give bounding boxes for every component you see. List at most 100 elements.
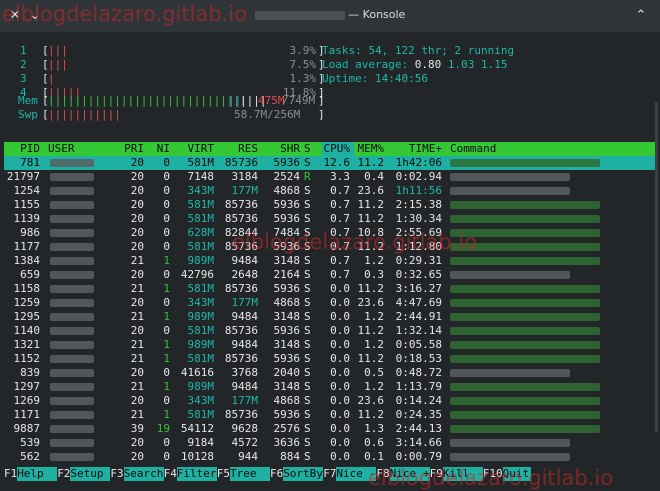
- cell-res: 85736: [224, 282, 258, 295]
- cell-s: S: [304, 422, 311, 435]
- fkey-f4-button[interactable]: Filter: [176, 467, 217, 481]
- redacted-user: [50, 229, 94, 237]
- uptime-value: 14:40:56: [374, 72, 428, 85]
- terminal-scrollbar[interactable]: [655, 102, 658, 432]
- cell-s: S: [304, 394, 311, 407]
- column-header-cmd[interactable]: Command: [450, 142, 610, 156]
- tasks-count: 54: [368, 44, 382, 57]
- cell-time: 2:44.91: [395, 310, 442, 323]
- cell-virt: 989M: [187, 310, 215, 323]
- column-header-cpu[interactable]: CPU%: [316, 142, 351, 156]
- process-row[interactable]: 1254 20 0 343M 177M 4868 S 0.7 23.6 1h11:56: [4, 184, 656, 198]
- process-row[interactable]: 659 20 0 42796 2648 2164 S 0.7 0.3 0:32.65: [4, 268, 656, 282]
- process-row[interactable]: 1295 21 1 989M 9484 3148 S 0.0 1.2 2:44.91: [4, 310, 656, 324]
- cell-res: 4572: [231, 436, 259, 449]
- cell-virt: 343M: [187, 394, 215, 407]
- redacted-user: [50, 257, 94, 265]
- fkey-f2-button[interactable]: Setup: [70, 467, 111, 481]
- cell-ni: 0: [163, 296, 170, 309]
- cell-pri: 21: [130, 338, 144, 351]
- process-row[interactable]: 1297 21 1 989M 9484 3148 S 0.0 1.2 1:13.79: [4, 380, 656, 394]
- mem-value-total: /749M: [282, 94, 316, 107]
- cell-mem: 11.2: [357, 408, 385, 421]
- cell-cpu: 12.6: [323, 156, 351, 169]
- cell-virt: 581M: [187, 408, 215, 421]
- cell-mem: 23.6: [357, 184, 385, 197]
- cell-time: 1h42:06: [395, 156, 442, 169]
- column-header-res[interactable]: RES: [214, 142, 258, 156]
- redacted-user: [50, 453, 94, 461]
- cell-ni: 0: [163, 198, 170, 211]
- cell-pri: 20: [130, 198, 144, 211]
- column-header-shr[interactable]: SHR: [258, 142, 300, 156]
- process-row[interactable]: 1139 20 0 581M 85736 5936 S 0.7 11.2 1:30.34: [4, 212, 656, 226]
- cell-shr: 2524: [273, 170, 301, 183]
- cell-res: 85736: [224, 352, 258, 365]
- cell-s: S: [304, 198, 311, 211]
- cell-virt: 581M: [187, 212, 215, 225]
- process-row[interactable]: 1321 21 1 989M 9484 3148 S 0.0 1.2 0:05.58: [4, 338, 656, 352]
- cell-mem: 0.1: [364, 450, 384, 463]
- cell-ni: 0: [163, 212, 170, 225]
- cell-res: 2648: [231, 268, 259, 281]
- column-header-time[interactable]: TIME+: [384, 142, 442, 156]
- column-header-user[interactable]: USER: [48, 142, 112, 156]
- cell-ni: 0: [163, 184, 170, 197]
- column-header-virt[interactable]: VIRT: [170, 142, 215, 156]
- column-header-pid[interactable]: PID: [4, 142, 40, 156]
- redacted-user: [50, 411, 94, 419]
- process-row[interactable]: 539 20 0 9184 4572 3636 S 0.0 0.6 3:14.66: [4, 436, 656, 450]
- cell-mem: 0.5: [364, 366, 384, 379]
- load-5min: 1.03: [447, 58, 475, 71]
- process-row[interactable]: 1158 21 1 581M 85736 5936 S 0.0 11.2 3:16.27: [4, 282, 656, 296]
- process-row[interactable]: 1269 20 0 343M 177M 4868 S 0.0 23.6 0:14.24: [4, 394, 656, 408]
- process-row[interactable]: 1259 20 0 343M 177M 4868 S 0.0 23.6 4:47.69: [4, 296, 656, 310]
- cell-time: 0:32.65: [395, 268, 442, 281]
- fkey-f3-button[interactable]: Search: [123, 467, 164, 481]
- cell-time: 0:24.35: [395, 408, 442, 421]
- collapse-window-icon[interactable]: ⌃: [632, 7, 650, 25]
- cell-virt: 9184: [187, 436, 215, 449]
- fkey-f1-button[interactable]: Help: [17, 467, 58, 481]
- column-header-pri[interactable]: PRI: [112, 142, 144, 156]
- process-row[interactable]: 781 20 0 581M 85736 5936 S 12.6 11.2 1h42:06: [4, 156, 656, 170]
- cell-res: 85736: [224, 156, 258, 169]
- column-header-mem[interactable]: MEM%: [350, 142, 385, 156]
- process-row[interactable]: 839 20 0 41616 3768 2040 S 0.0 0.5 0:48.72: [4, 366, 656, 380]
- fkey-f6-button[interactable]: SortBy: [283, 467, 324, 481]
- cell-cpu: 0.0: [330, 296, 350, 309]
- cell-mem: 0.3: [364, 268, 384, 281]
- process-row[interactable]: 1152 21 1 581M 85736 5936 S 0.0 11.2 0:18.53: [4, 352, 656, 366]
- redacted-user: [50, 285, 94, 293]
- cell-virt: 343M: [187, 296, 215, 309]
- process-row[interactable]: 9887 39 19 54112 9628 2576 S 0.0 1.3 2:44.13: [4, 422, 656, 436]
- cell-time: 1h11:56: [395, 184, 442, 197]
- cell-pid: 1152: [13, 352, 41, 365]
- cell-cpu: 0.7: [330, 254, 350, 267]
- process-row[interactable]: 1155 20 0 581M 85736 5936 S 0.7 11.2 2:15.38: [4, 198, 656, 212]
- process-row[interactable]: 1171 21 1 581M 85736 5936 S 0.0 11.2 0:24.35: [4, 408, 656, 422]
- terminal-area[interactable]: 1[||| 3.9%] 2[||| 7.5%] 3[| 1.3%] 4[||||| 11.8%…: [4, 38, 656, 489]
- cell-pid: 1140: [13, 324, 41, 337]
- redacted-user: [50, 299, 94, 307]
- process-row[interactable]: 1140 20 0 581M 85736 5936 S 0.0 11.2 1:32.14: [4, 324, 656, 338]
- cell-shr: 2576: [273, 422, 301, 435]
- cell-pri: 21: [130, 310, 144, 323]
- swp-bar: |||||||||||: [48, 108, 121, 121]
- process-row[interactable]: 562 20 0 10128 944 884 S 0.0 0.1 0:00.79: [4, 450, 656, 464]
- uptime-label: Uptime:: [322, 72, 375, 85]
- redacted-command: [450, 313, 600, 321]
- cell-pid: 1384: [13, 254, 41, 267]
- mem-value-used: 475M: [258, 94, 285, 107]
- cell-s: S: [304, 366, 311, 379]
- cell-res: 9484: [231, 380, 259, 393]
- fkey-f5-button[interactable]: Tree: [230, 467, 270, 481]
- cell-pri: 21: [130, 282, 144, 295]
- column-header-ni[interactable]: NI: [144, 142, 170, 156]
- process-row[interactable]: 21797 20 0 7148 3184 2524 R 3.3 0.4 0:02.94: [4, 170, 656, 184]
- column-header-s[interactable]: S: [304, 142, 314, 156]
- process-row[interactable]: 1384 21 1 989M 9484 3148 S 0.7 1.2 0:29.31: [4, 254, 656, 268]
- cell-cpu: 0.0: [330, 394, 350, 407]
- cell-time: 0:14.24: [395, 394, 442, 407]
- cell-pid: 1321: [13, 338, 41, 351]
